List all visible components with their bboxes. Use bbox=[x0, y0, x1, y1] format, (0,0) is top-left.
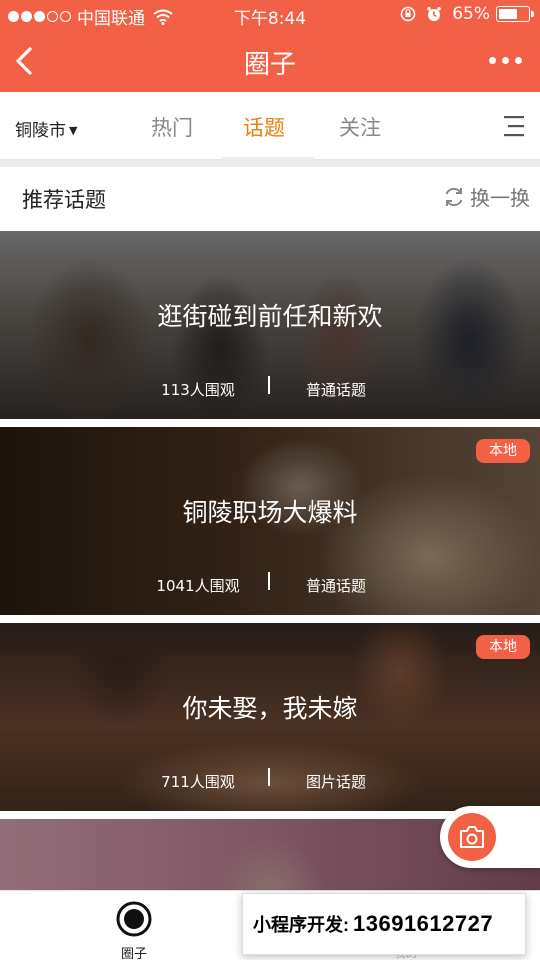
topic-type: 图片话题 bbox=[305, 773, 366, 791]
bottom-tab-label[interactable]: 圈子 bbox=[100, 943, 168, 960]
section-separator bbox=[0, 160, 540, 167]
meta-divider bbox=[268, 572, 270, 590]
tab-topics[interactable]: 话题 bbox=[243, 112, 285, 142]
topic-type: 普通话题 bbox=[305, 381, 366, 399]
watermark-label: 小程序开发: bbox=[253, 915, 349, 935]
more-dot bbox=[502, 57, 509, 64]
topic-card[interactable]: 逛街碰到前任和新欢 113人围观 普通话题 bbox=[0, 231, 540, 419]
camera-icon bbox=[460, 826, 484, 848]
menu-lines-icon[interactable] bbox=[502, 114, 526, 138]
meta-divider bbox=[268, 376, 270, 394]
topic-card[interactable]: 本地 铜陵职场大爆料 1041人围观 普通话题 bbox=[0, 427, 540, 615]
local-badge: 本地 bbox=[476, 439, 530, 463]
section-header: 推荐话题 换一换 bbox=[0, 167, 540, 231]
topic-title: 逛街碰到前任和新欢 bbox=[157, 302, 383, 331]
city-label: 铜陵市 bbox=[15, 121, 66, 141]
status-right: 65% bbox=[400, 4, 534, 24]
more-dots-icon[interactable] bbox=[483, 57, 522, 64]
battery-icon bbox=[496, 6, 534, 22]
city-selector[interactable]: 铜陵市 ▼ bbox=[15, 116, 77, 141]
topic-views: 711人围观 bbox=[161, 773, 235, 791]
orientation-lock-icon bbox=[400, 6, 416, 22]
section-title: 推荐话题 bbox=[22, 188, 106, 212]
battery-tip bbox=[531, 11, 534, 17]
more-dot bbox=[489, 57, 496, 64]
watermark-phone: 13691612727 bbox=[353, 911, 494, 936]
caret-down-icon: ▼ bbox=[69, 124, 78, 137]
local-badge: 本地 bbox=[476, 635, 530, 659]
refresh-button[interactable]: 换一换 bbox=[442, 182, 530, 211]
page-title: 圈子 bbox=[243, 50, 296, 80]
topic-views: 113人围观 bbox=[161, 381, 235, 399]
camera-button-circle bbox=[448, 813, 496, 861]
more-dot bbox=[515, 57, 522, 64]
meta-divider bbox=[268, 768, 270, 786]
topic-title: 铜陵职场大爆料 bbox=[182, 498, 358, 527]
topic-type: 普通话题 bbox=[305, 577, 366, 595]
topic-card[interactable]: 本地 你未娶，我未嫁 711人围观 图片话题 bbox=[0, 623, 540, 811]
watermark-banner: 小程序开发: 13691612727 bbox=[242, 893, 526, 955]
refresh-label: 换一换 bbox=[470, 186, 530, 210]
nav-bar: 圈子 bbox=[0, 30, 540, 92]
refresh-icon bbox=[445, 187, 463, 206]
tab-bar: 铜陵市 ▼ 热门 话题 关注 bbox=[0, 92, 540, 160]
circle-target-icon[interactable] bbox=[116, 901, 152, 937]
battery-percent: 65% bbox=[452, 4, 490, 24]
tab-following[interactable]: 关注 bbox=[339, 112, 381, 142]
camera-button[interactable] bbox=[440, 806, 540, 868]
alarm-icon bbox=[427, 7, 442, 21]
battery-fill bbox=[499, 9, 517, 19]
status-bar: 中国联通 下午8:44 65% bbox=[0, 0, 540, 30]
topic-title: 你未娶，我未嫁 bbox=[182, 694, 358, 723]
tab-hot[interactable]: 热门 bbox=[151, 112, 193, 142]
topic-views: 1041人围观 bbox=[156, 577, 240, 595]
